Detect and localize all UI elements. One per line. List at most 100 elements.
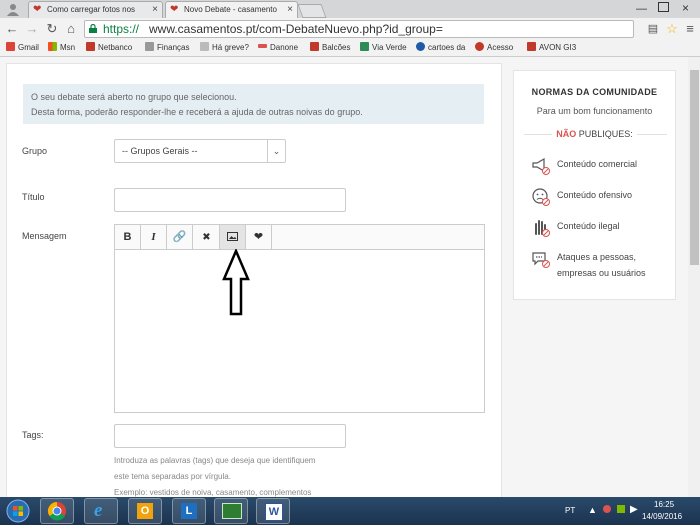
bookmark-label: Finanças — [157, 43, 190, 52]
bookmark-label: Via Verde — [372, 43, 407, 52]
translate-icon[interactable]: ▤ — [645, 21, 661, 37]
taskbar-internet-explorer[interactable]: e — [84, 498, 118, 524]
scrollbar-thumb[interactable] — [690, 70, 699, 265]
tags-hint-3: Exemplo: vestidos de noiva, casamento, c… — [114, 488, 312, 497]
bookmark-label: Msn — [60, 43, 76, 52]
internet-explorer-icon: e — [94, 500, 103, 521]
clock-date[interactable]: 14/09/2016 — [642, 512, 682, 521]
star-icon[interactable]: ☆ — [664, 21, 680, 37]
link-button[interactable]: 🔗 — [167, 225, 193, 249]
reload-icon[interactable]: ↻ — [44, 21, 60, 37]
taskbar-outlook[interactable]: O — [128, 498, 162, 524]
rule-attacks: Ataques a pessoas, empresas ou usuários — [531, 249, 671, 283]
bookmark-label: Netbanco — [98, 43, 133, 52]
user-icon[interactable] — [6, 2, 20, 16]
nao-text: NÃO — [556, 129, 577, 139]
group-select[interactable]: -- Grupos Gerais -- ⌄ — [114, 139, 286, 163]
bookmark-label: Danone — [270, 43, 299, 52]
url-scheme: https:// — [103, 22, 140, 36]
clock-time[interactable]: 16:25 — [654, 500, 674, 509]
tab-novo-debate[interactable]: ❤ Novo Debate - casamento × — [165, 1, 298, 18]
home-icon[interactable]: ⌂ — [63, 21, 79, 37]
bookmark-msn[interactable]: Msn — [48, 42, 75, 54]
megaphone-icon — [532, 157, 550, 175]
message-textarea[interactable] — [116, 250, 483, 412]
bookmark-gmail[interactable]: Gmail — [6, 42, 39, 54]
bookmarks-bar: Gmail Msn Netbanco Finanças Há greve? Da… — [0, 40, 700, 57]
rule-text: Conteúdo comercial — [557, 159, 638, 169]
editor-toolbar: B I 🔗 ✖ ❤ — [115, 225, 484, 250]
taskbar-word[interactable]: W — [256, 498, 290, 524]
outlook-icon: O — [137, 503, 153, 519]
rule-text: Conteúdo ofensivo — [557, 190, 633, 200]
address-bar[interactable]: https:// www.casamentos.pt/com-DebateNue… — [84, 20, 634, 38]
bookmark-via-verde[interactable]: Via Verde — [360, 42, 407, 54]
rules-subheading: Para um bom funcionamento — [536, 106, 653, 116]
heart-favicon-icon: ❤ — [170, 4, 179, 15]
bookmark-balcoes[interactable]: Balcões — [310, 42, 350, 54]
hand-icon — [535, 220, 550, 237]
bookmark-avon[interactable]: AVON GI3 — [527, 42, 576, 54]
taskbar-chrome[interactable] — [40, 498, 74, 524]
image-icon — [227, 232, 238, 241]
new-tab-button[interactable] — [297, 4, 327, 18]
message-editor[interactable]: B I 🔗 ✖ ❤ — [114, 224, 485, 413]
title-label: Título — [22, 192, 45, 202]
message-label: Mensagem — [22, 231, 67, 241]
info-line-2: Desta forma, poderão responder-lhe e rec… — [31, 107, 363, 117]
rule-offensive: Conteúdo ofensivo — [531, 187, 671, 207]
chevron-down-icon: ⌄ — [267, 140, 285, 162]
bookmark-label: Há greve? — [212, 43, 249, 52]
angry-face-icon — [532, 188, 550, 206]
group-label: Grupo — [22, 146, 48, 156]
image-button[interactable] — [220, 225, 246, 249]
minimize-icon[interactable]: — — [636, 3, 647, 15]
group-select-value: -- Grupos Gerais -- — [122, 146, 198, 156]
bookmark-label: Acesso — [487, 43, 514, 52]
heart-button[interactable]: ❤ — [246, 225, 272, 249]
heart-icon: ❤ — [253, 231, 264, 243]
taskbar-lync[interactable]: L — [172, 498, 206, 524]
chrome-icon — [47, 501, 66, 521]
bookmark-netbanco[interactable]: Netbanco — [86, 42, 132, 54]
maximize-icon[interactable] — [658, 2, 669, 12]
close-icon[interactable]: × — [287, 2, 293, 18]
volume-icon[interactable]: ▶ — [630, 504, 638, 515]
publiques-text: PUBLIQUES: — [576, 129, 633, 139]
bookmark-label: Gmail — [18, 43, 39, 52]
remote-app-icon — [222, 503, 242, 519]
bookmark-financas[interactable]: Finanças — [145, 42, 189, 54]
taskbar-remote-app[interactable] — [214, 498, 248, 524]
tags-hint-1: Introduza as palavras (tags) que deseja … — [114, 456, 316, 465]
network-icon[interactable] — [617, 505, 625, 513]
bookmark-danone[interactable]: Danone — [258, 42, 298, 54]
close-icon[interactable]: × — [152, 2, 158, 18]
close-window-icon[interactable]: × — [682, 1, 689, 15]
bookmark-acesso[interactable]: Acesso — [475, 42, 513, 54]
bookmark-cartoes[interactable]: cartoes da — [416, 42, 465, 54]
bookmark-ha-greve[interactable]: Há greve? — [200, 42, 249, 54]
back-icon[interactable]: ← — [4, 21, 20, 37]
title-input[interactable] — [114, 188, 346, 212]
tab-title: Como carregar fotos nos — [47, 5, 136, 14]
tray-app-icon[interactable] — [603, 505, 611, 513]
window-controls: — × — [630, 0, 700, 18]
tray-arrow-icon[interactable]: ▲ — [588, 505, 597, 515]
forward-icon[interactable]: → — [24, 21, 40, 37]
tab-bar: ❤ Como carregar fotos nos × ❤ Novo Debat… — [0, 0, 700, 18]
link-icon: 🔗 — [172, 231, 187, 243]
tags-input[interactable] — [114, 424, 346, 448]
bookmark-label: AVON GI3 — [539, 43, 577, 52]
rule-illegal: Conteúdo ilegal — [531, 218, 671, 238]
language-indicator[interactable]: PT — [565, 506, 575, 515]
word-icon: W — [265, 503, 283, 521]
menu-icon[interactable]: ≡ — [682, 21, 698, 37]
italic-button[interactable]: I — [141, 225, 167, 249]
bold-button[interactable]: B — [115, 225, 141, 249]
unlink-button[interactable]: ✖ — [194, 225, 220, 249]
tab-como-carregar[interactable]: ❤ Como carregar fotos nos × — [28, 1, 163, 18]
url-text: www.casamentos.pt/com-DebateNuevo.php?id… — [149, 22, 443, 36]
start-button[interactable] — [6, 499, 30, 523]
tags-label: Tags: — [22, 430, 44, 440]
bookmark-label: cartoes da — [428, 43, 466, 52]
